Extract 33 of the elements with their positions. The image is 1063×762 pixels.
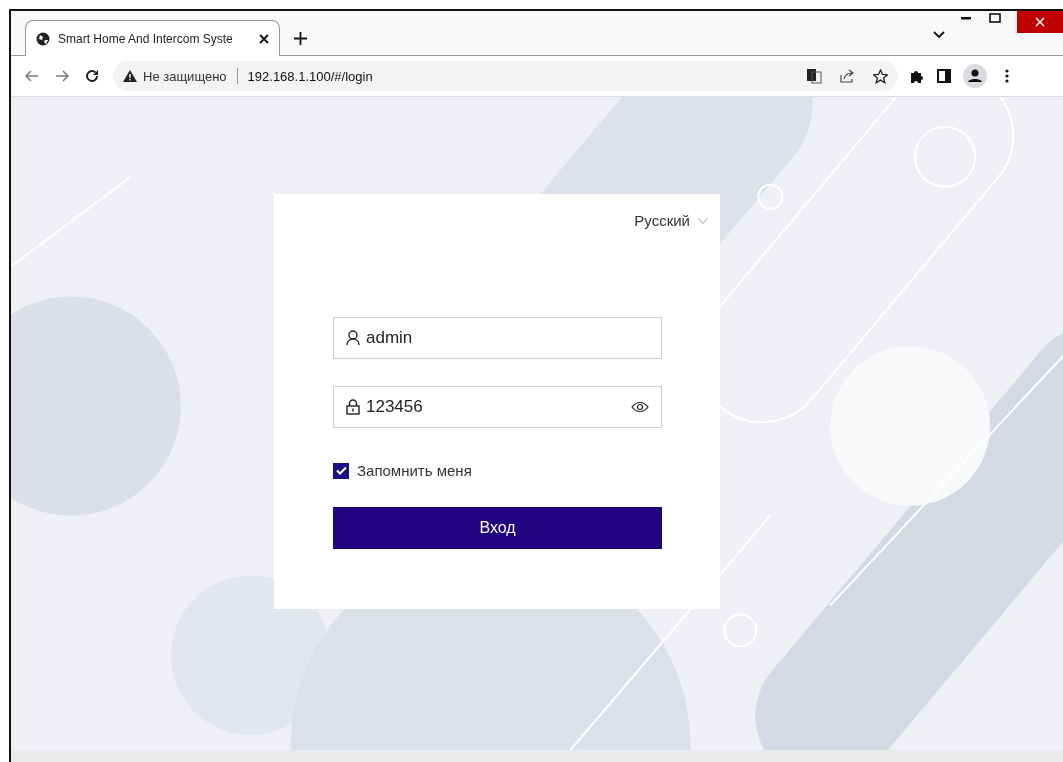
- reload-icon[interactable]: [85, 69, 99, 83]
- login-button[interactable]: Вход: [333, 507, 662, 549]
- puzzle-icon[interactable]: [910, 68, 925, 84]
- profile-avatar-icon[interactable]: [963, 64, 987, 88]
- forward-arrow-icon[interactable]: [55, 70, 69, 82]
- username-field[interactable]: admin: [333, 317, 662, 359]
- chevron-down-icon: [698, 217, 708, 224]
- translate-icon[interactable]: [807, 68, 822, 84]
- address-bar[interactable]: Не защищено 192.168.1.100/#/login: [113, 61, 898, 91]
- star-icon[interactable]: [873, 68, 888, 84]
- close-icon: [1035, 17, 1045, 27]
- close-icon[interactable]: [259, 33, 269, 44]
- menu-icon[interactable]: [1005, 69, 1009, 83]
- security-label: Не защищено: [143, 68, 227, 84]
- side-panel-icon[interactable]: [937, 69, 951, 83]
- new-tab-icon[interactable]: [294, 32, 307, 45]
- password-field[interactable]: 123456: [333, 386, 662, 428]
- warning-icon: [123, 70, 137, 82]
- language-selector[interactable]: Русский: [634, 212, 708, 229]
- user-icon: [346, 330, 360, 346]
- url-text: 192.168.1.100/#/login: [247, 68, 374, 84]
- browser-tab[interactable]: Smart Home And Intercom Syste: [25, 20, 280, 56]
- eye-icon[interactable]: [631, 401, 649, 413]
- maximize-icon[interactable]: [989, 13, 1001, 23]
- share-icon[interactable]: [840, 69, 855, 83]
- globe-icon: [36, 31, 50, 46]
- remember-label: Запомнить меня: [357, 462, 472, 479]
- minimize-icon[interactable]: [961, 17, 971, 20]
- chevron-down-icon[interactable]: [933, 31, 945, 39]
- remember-checkbox[interactable]: [333, 462, 349, 479]
- tab-title: Smart Home And Intercom Syste: [58, 31, 234, 46]
- back-arrow-icon[interactable]: [25, 70, 39, 82]
- lock-icon: [346, 399, 360, 415]
